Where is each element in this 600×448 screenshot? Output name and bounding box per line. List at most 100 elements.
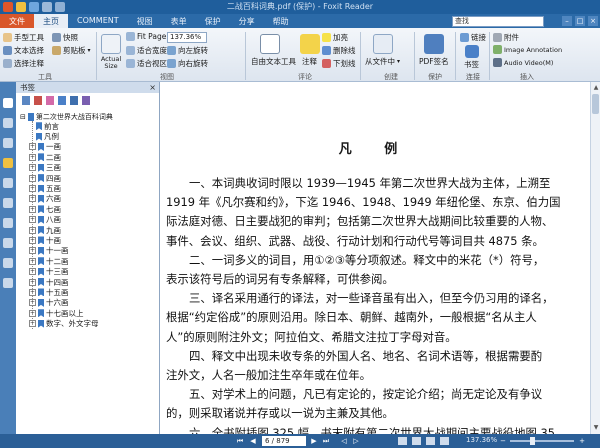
typewriter-icon[interactable] <box>260 34 280 54</box>
zoom-slider[interactable] <box>510 440 574 442</box>
expand-icon[interactable]: + <box>29 153 36 161</box>
zoom-out-icon[interactable]: − <box>499 437 507 445</box>
go-back-icon[interactable]: ◁ <box>340 437 348 445</box>
bookmark-item[interactable]: + 五画 <box>29 183 158 193</box>
page-number-input[interactable]: 6 / 879 <box>262 436 306 446</box>
close-button[interactable]: × <box>588 16 598 26</box>
actual-size-button[interactable]: Actual Size <box>98 56 124 70</box>
first-page-icon[interactable]: ⏮ <box>236 437 244 445</box>
underline-button[interactable]: 删除线 <box>322 45 356 56</box>
expand-icon[interactable]: + <box>29 143 36 151</box>
zoom-slider-handle[interactable] <box>530 437 535 445</box>
scroll-thumb[interactable] <box>592 94 599 114</box>
save-icon[interactable] <box>29 2 39 12</box>
expand-icon[interactable]: + <box>29 288 36 296</box>
bookmark-icon[interactable] <box>465 45 479 58</box>
clipboard-button[interactable]: 剪贴板 ▾ <box>52 45 91 56</box>
destinations-panel-icon[interactable] <box>3 278 13 288</box>
from-file-button[interactable]: 从文件中 ▾ <box>365 56 400 67</box>
expand-icon[interactable]: + <box>29 185 36 193</box>
typewriter-button[interactable]: 自由文本工具 <box>251 56 296 67</box>
add-child-bookmark-icon[interactable] <box>46 96 54 105</box>
pages-panel-icon[interactable] <box>3 118 13 128</box>
rotate-right-button[interactable]: 向右旋转 <box>167 58 208 69</box>
fit-width-button[interactable]: 适合宽度 <box>126 45 167 56</box>
note-icon[interactable] <box>300 34 320 54</box>
image-annotation-button[interactable]: Image Annotation <box>493 45 562 54</box>
vertical-scrollbar[interactable]: ▲ ▼ <box>590 82 600 434</box>
expand-icon[interactable]: + <box>29 236 36 244</box>
undo-icon[interactable] <box>55 2 65 12</box>
close-panel-icon[interactable]: × <box>149 82 156 93</box>
menu-view[interactable]: 视图 <box>128 14 162 28</box>
bookmark-item[interactable]: + 十三画 <box>29 266 158 276</box>
select-text-button[interactable]: 文本选择 <box>3 45 44 56</box>
bookmark-item[interactable]: + 一画 <box>29 142 158 152</box>
bookmark-item[interactable]: + 三画 <box>29 163 158 173</box>
bookmark-item[interactable]: 凡例 <box>33 131 158 141</box>
next-page-icon[interactable]: ▶ <box>310 437 318 445</box>
bookmark-item[interactable]: + 十画 <box>29 235 158 245</box>
single-page-icon[interactable] <box>398 437 407 445</box>
delete-bookmark-icon[interactable] <box>58 96 66 105</box>
expand-icon[interactable]: + <box>29 320 36 328</box>
menu-protect[interactable]: 保护 <box>196 14 230 28</box>
menu-form[interactable]: 表单 <box>162 14 196 28</box>
new-bookmark-icon[interactable] <box>34 96 42 105</box>
expand-icon[interactable]: + <box>29 216 36 224</box>
bookmark-item[interactable]: + 十二画 <box>29 256 158 266</box>
bookmark-item[interactable]: + 九画 <box>29 225 158 235</box>
expand-icon[interactable]: + <box>29 174 36 182</box>
expand-icon[interactable]: + <box>29 205 36 213</box>
document-view[interactable]: 凡 例 一、本词典收词时限以 1939—1945 年第二次世界大战为主体，上溯至… <box>160 82 590 434</box>
actual-size-icon[interactable] <box>101 34 121 54</box>
bookmark-item[interactable]: + 二画 <box>29 152 158 162</box>
collapse-icon[interactable]: ⊟ <box>20 113 26 121</box>
bookmark-panel-icon[interactable] <box>3 98 13 108</box>
layers-panel-icon[interactable] <box>3 138 13 148</box>
bookmark-item[interactable]: + 八画 <box>29 215 158 225</box>
articles-panel-icon[interactable] <box>3 258 13 268</box>
attachments-panel-icon[interactable] <box>3 178 13 188</box>
bookmark-item[interactable]: + 十一画 <box>29 246 158 256</box>
signatures-panel-icon[interactable] <box>3 198 13 208</box>
maximize-button[interactable]: □ <box>575 16 585 26</box>
audio-video-button[interactable]: Audio Video(M) <box>493 58 553 67</box>
bookmark-item[interactable]: + 数字、外文字母 <box>29 318 158 328</box>
expand-bookmark-icon[interactable] <box>22 96 30 105</box>
pdf-sign-button[interactable]: PDF签名 <box>419 56 449 67</box>
open-icon[interactable] <box>16 2 26 12</box>
zoom-input[interactable]: 137.36% <box>167 32 207 43</box>
comments-panel-icon[interactable] <box>3 158 13 168</box>
create-pdf-icon[interactable] <box>373 34 393 54</box>
expand-icon[interactable]: + <box>29 268 36 276</box>
expand-icon[interactable]: + <box>29 164 36 172</box>
bookmark-item[interactable]: + 十七画以上 <box>29 308 158 318</box>
bookmark-item[interactable]: + 四画 <box>29 173 158 183</box>
continuous-page-icon[interactable] <box>412 437 421 445</box>
bookmark-item[interactable]: + 十五画 <box>29 287 158 297</box>
expand-icon[interactable]: + <box>29 247 36 255</box>
security-panel-icon[interactable] <box>3 218 13 228</box>
print-icon[interactable] <box>42 2 52 12</box>
expand-icon[interactable]: + <box>29 299 36 307</box>
bookmark-item[interactable]: + 十四画 <box>29 277 158 287</box>
facing-page-icon[interactable] <box>426 437 435 445</box>
scroll-down-icon[interactable]: ▼ <box>592 424 600 432</box>
menu-help[interactable]: 帮助 <box>264 14 298 28</box>
fit-page-button[interactable]: Fit Page <box>126 32 166 41</box>
find-bookmark-icon[interactable] <box>82 96 90 105</box>
expand-icon[interactable]: + <box>29 195 36 203</box>
menu-share[interactable]: 分享 <box>230 14 264 28</box>
bookmark-root[interactable]: ⊟ 第二次世界大战百科词典 <box>20 112 158 121</box>
rotate-left-button[interactable]: 向左旋转 <box>167 45 208 56</box>
bookmark-properties-icon[interactable] <box>70 96 78 105</box>
bookmark-item[interactable]: + 十六画 <box>29 298 158 308</box>
bookmark-item[interactable]: + 六画 <box>29 194 158 204</box>
fit-visible-button[interactable]: 适合视区 <box>126 58 167 69</box>
select-annotation-button[interactable]: 选择注释 <box>3 58 44 69</box>
expand-icon[interactable]: + <box>29 278 36 286</box>
continuous-facing-icon[interactable] <box>440 437 449 445</box>
last-page-icon[interactable]: ⏭ <box>322 437 330 445</box>
zoom-in-icon[interactable]: + <box>578 437 586 445</box>
